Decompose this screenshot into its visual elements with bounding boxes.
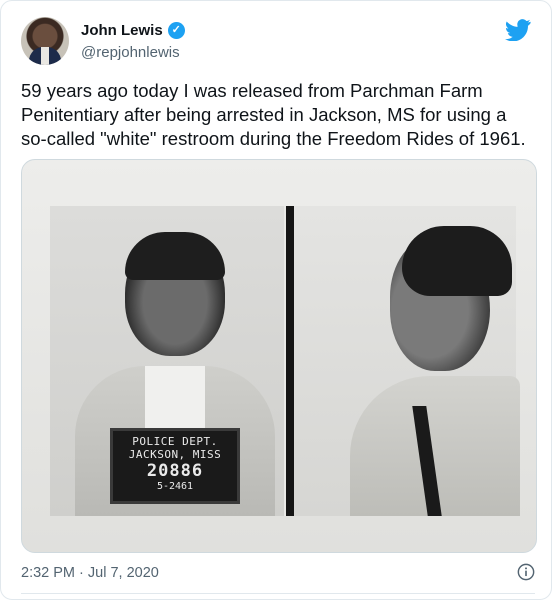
twitter-bird-icon[interactable] [505, 19, 531, 41]
info-icon[interactable] [517, 563, 535, 581]
tweet-header: John Lewis ✓ @repjohnlewis [21, 17, 533, 69]
mugshot-divider [286, 206, 294, 516]
placard-line1: POLICE DEPT. [132, 435, 218, 448]
author-name[interactable]: John Lewis [81, 22, 163, 39]
avatar[interactable] [21, 17, 69, 65]
footer-divider [21, 593, 535, 594]
verified-badge-icon: ✓ [167, 22, 185, 39]
placard-number: 20886 [146, 461, 204, 481]
profile-hair [402, 226, 512, 296]
author-handle[interactable]: @repjohnlewis [81, 44, 180, 61]
police-placard: POLICE DEPT. JACKSON, MISS 20886 5-2461 [110, 428, 240, 504]
tweet-timestamp[interactable]: 2:32 PM · Jul 7, 2020 [21, 565, 159, 581]
tweet-card: John Lewis ✓ @repjohnlewis 59 years ago … [0, 0, 552, 600]
tweet-text: 59 years ago today I was released from P… [21, 80, 526, 149]
mugshot-photo: POLICE DEPT. JACKSON, MISS 20886 5-2461 [50, 206, 520, 516]
avatar-shirt [41, 47, 49, 65]
placard-line2: JACKSON, MISS [128, 448, 222, 461]
tweet-footer: 2:32 PM · Jul 7, 2020 [21, 563, 535, 585]
placard-date: 5-2461 [156, 481, 194, 492]
tweet-media[interactable]: POLICE DEPT. JACKSON, MISS 20886 5-2461 [21, 159, 537, 553]
author-name-row[interactable]: John Lewis ✓ [81, 22, 185, 39]
